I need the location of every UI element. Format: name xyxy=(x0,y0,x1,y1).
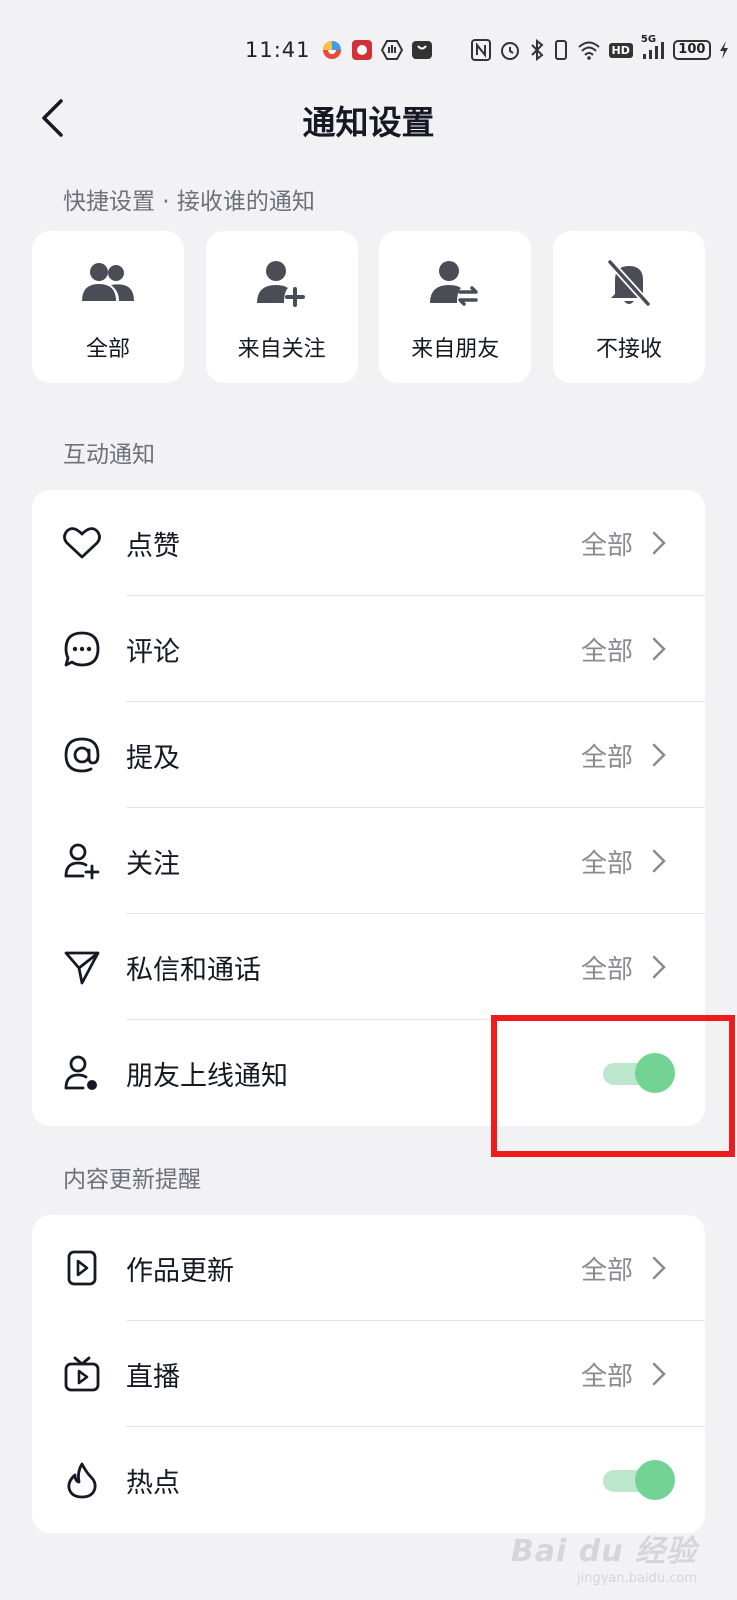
watermark-main: Bai du 经验 xyxy=(510,1534,697,1569)
row-comments[interactable]: 评论 全部 xyxy=(32,596,705,702)
quick-option-label: 全部 xyxy=(85,337,130,362)
chevron-right-icon xyxy=(649,1254,669,1282)
nfc-icon xyxy=(470,39,491,61)
shopping-bag-icon xyxy=(411,39,433,61)
quick-option-label: 来自朋友 xyxy=(411,337,500,362)
row-value: 全部 xyxy=(580,530,633,561)
chevron-right-icon xyxy=(649,529,669,557)
row-follows[interactable]: 关注 全部 xyxy=(32,808,705,914)
quick-settings-title: 快捷设置 · 接收谁的通知 xyxy=(63,189,315,215)
page-title: 通知设置 xyxy=(302,103,435,142)
friend-exchange-icon xyxy=(427,255,483,311)
navigation-bar: 通知设置 xyxy=(0,90,737,146)
status-time: 11:41 xyxy=(245,38,311,62)
quick-option-none[interactable]: 不接收 xyxy=(552,231,705,383)
highlight-annotation xyxy=(491,1015,735,1157)
chevron-right-icon xyxy=(649,741,669,769)
wifi-icon xyxy=(577,40,601,60)
hotspot-toggle[interactable] xyxy=(603,1460,675,1500)
comment-icon xyxy=(62,629,102,669)
row-mentions[interactable]: 提及 全部 xyxy=(32,702,705,808)
charging-icon xyxy=(719,40,729,60)
tv-icon xyxy=(62,1354,102,1394)
bluetooth-icon xyxy=(529,39,545,61)
bell-off-icon xyxy=(601,255,657,311)
row-value: 全部 xyxy=(580,636,633,667)
row-works-update[interactable]: 作品更新 全部 xyxy=(32,1215,705,1321)
hand-icon xyxy=(380,39,403,61)
quick-option-all[interactable]: 全部 xyxy=(32,231,184,383)
row-label: 朋友上线通知 xyxy=(126,1060,288,1092)
send-icon xyxy=(62,947,102,987)
app-notification-icon-2 xyxy=(351,39,373,61)
row-value: 全部 xyxy=(580,954,633,985)
chevron-right-icon xyxy=(649,635,669,663)
row-label: 评论 xyxy=(126,636,180,668)
flame-icon xyxy=(62,1460,102,1500)
group-icon xyxy=(80,255,136,311)
hd-badge: HD xyxy=(608,42,633,58)
row-label: 作品更新 xyxy=(126,1255,234,1287)
user-online-icon xyxy=(62,1053,102,1093)
content-updates-card: 作品更新 全部 直播 全部 热点 xyxy=(32,1215,705,1533)
quick-option-following[interactable]: 来自关注 xyxy=(205,231,358,383)
toggle-knob xyxy=(635,1460,675,1500)
status-icons: HD 5G 100 xyxy=(321,34,729,61)
chevron-right-icon xyxy=(649,953,669,981)
alarm-icon xyxy=(499,39,521,61)
status-bar: 11:41 HD 5G 100 xyxy=(0,0,737,100)
vibrate-icon xyxy=(553,39,569,61)
video-icon xyxy=(62,1248,102,1288)
signal-icon: 5G xyxy=(641,34,665,60)
quick-option-label: 来自关注 xyxy=(237,337,326,362)
row-label: 关注 xyxy=(126,848,180,880)
row-live[interactable]: 直播 全部 xyxy=(32,1321,705,1427)
row-hotspot: 热点 xyxy=(32,1427,705,1533)
row-likes[interactable]: 点赞 全部 xyxy=(32,490,705,596)
content-section-title: 内容更新提醒 xyxy=(63,1167,201,1193)
row-value: 全部 xyxy=(580,848,633,879)
quick-option-label: 不接收 xyxy=(595,337,662,362)
interaction-section-title: 互动通知 xyxy=(63,442,155,468)
app-notification-icon xyxy=(321,39,343,61)
row-value: 全部 xyxy=(580,1361,633,1392)
row-label: 直播 xyxy=(126,1361,180,1393)
row-value: 全部 xyxy=(580,1255,633,1286)
heart-icon xyxy=(62,523,102,563)
row-label: 点赞 xyxy=(126,530,180,562)
row-value: 全部 xyxy=(580,742,633,773)
network-label: 5G xyxy=(640,34,657,45)
row-label: 私信和通话 xyxy=(126,954,261,986)
watermark-sub: jingyan.baidu.com xyxy=(577,1571,697,1586)
chevron-right-icon xyxy=(649,847,669,875)
row-messages-calls[interactable]: 私信和通话 全部 xyxy=(32,914,705,1020)
row-label: 热点 xyxy=(126,1467,180,1499)
baidu-watermark: Bai du 经验 jingyan.baidu.com xyxy=(510,1526,697,1586)
chevron-right-icon xyxy=(649,1360,669,1388)
follow-icon xyxy=(62,841,102,881)
row-label: 提及 xyxy=(126,742,180,774)
add-user-icon xyxy=(254,255,310,311)
at-icon xyxy=(62,735,102,775)
battery-indicator: 100 xyxy=(672,40,711,60)
quick-settings-row: 全部 来自关注 来自朋友 不接收 xyxy=(32,231,705,383)
quick-option-friends[interactable]: 来自朋友 xyxy=(379,231,532,383)
